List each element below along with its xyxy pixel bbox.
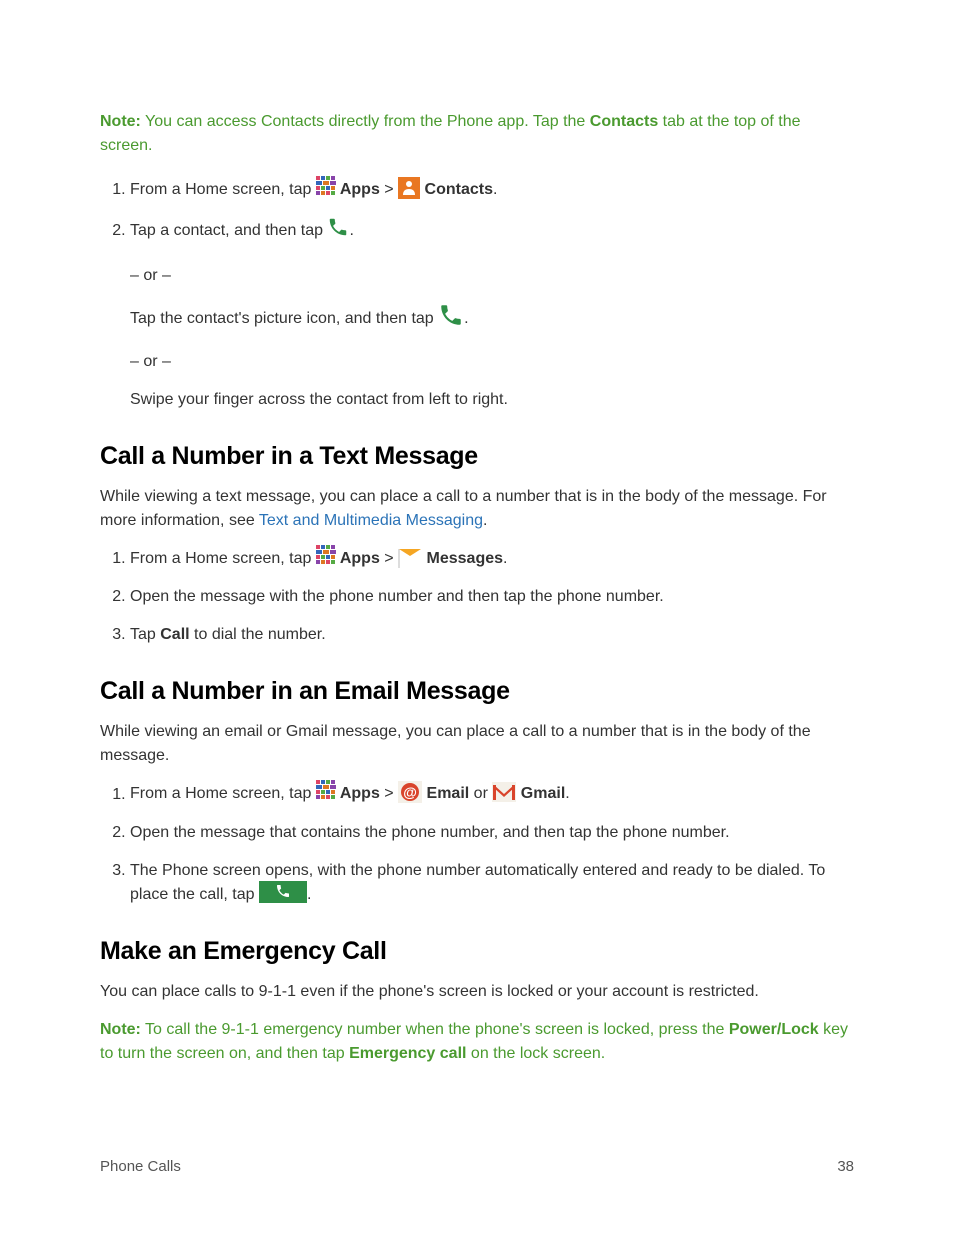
note-text: To call the 9-1-1 emergency number when … — [141, 1021, 729, 1038]
note-bold-contacts: Contacts — [590, 113, 658, 130]
page-footer: Phone Calls 38 — [100, 1158, 854, 1175]
note-bold-powerlock: Power/Lock — [729, 1021, 819, 1038]
period: . — [349, 222, 353, 239]
list-item: Tap Call to dial the number. — [130, 623, 854, 647]
step-text: From a Home screen, tap — [130, 550, 316, 567]
step-sub: Tap the contact's picture icon, and then… — [130, 302, 854, 336]
contacts-label: Contacts — [425, 181, 493, 198]
note-text: on the lock screen. — [466, 1045, 605, 1062]
heading-call-text-message: Call a Number in a Text Message — [100, 442, 854, 471]
or-word: or — [469, 786, 492, 803]
document-page: Note: You can access Contacts directly f… — [0, 0, 954, 1235]
note-bold-emergencycall: Emergency call — [349, 1045, 466, 1062]
para-text-message: While viewing a text message, you can pl… — [100, 485, 854, 533]
call-bold: Call — [160, 626, 189, 643]
note-contacts-access: Note: You can access Contacts directly f… — [100, 110, 854, 158]
para-email-message: While viewing an email or Gmail message,… — [100, 720, 854, 768]
step-text: Tap a contact, and then tap — [130, 222, 327, 239]
list-item: From a Home screen, tap Apps > @ Email o… — [130, 782, 854, 806]
list-item: Open the message with the phone number a… — [130, 585, 854, 609]
para-emergency: You can place calls to 9-1-1 even if the… — [100, 980, 854, 1004]
list-item: Open the message that contains the phone… — [130, 821, 854, 845]
step-sub-swipe: Swipe your finger across the contact fro… — [130, 388, 854, 412]
phone-handset-icon — [438, 302, 464, 336]
email-label: Email — [427, 786, 470, 803]
heading-call-email-message: Call a Number in an Email Message — [100, 677, 854, 706]
dial-button-icon — [259, 881, 307, 903]
gt-separator: > — [380, 786, 398, 803]
note-label: Note: — [100, 113, 141, 130]
step-text: to dial the number. — [190, 626, 326, 643]
heading-emergency-call: Make an Emergency Call — [100, 937, 854, 966]
steps-email-message: From a Home screen, tap Apps > @ Email o… — [100, 782, 854, 906]
step-text: Tap — [130, 626, 160, 643]
email-at-icon: @ — [398, 781, 422, 803]
messages-label: Messages — [427, 550, 504, 567]
steps-text-message: From a Home screen, tap Apps > Messages.… — [100, 547, 854, 647]
step-text: The Phone screen opens, with the phone n… — [130, 862, 825, 903]
gmail-label: Gmail — [521, 786, 565, 803]
messages-icon — [398, 547, 422, 567]
period: . — [464, 310, 468, 327]
note-emergency: Note: To call the 9-1-1 emergency number… — [100, 1018, 854, 1066]
contacts-icon — [398, 177, 420, 199]
step-text: From a Home screen, tap — [130, 786, 316, 803]
apps-label: Apps — [340, 786, 380, 803]
period: . — [565, 786, 569, 803]
step-text: . — [307, 886, 311, 903]
gt-separator: > — [380, 181, 398, 198]
apps-icon — [316, 780, 340, 804]
note-text-1: You can access Contacts directly from th… — [141, 113, 590, 130]
list-item: From a Home screen, tap Apps > Messages. — [130, 547, 854, 571]
link-text-multimedia[interactable]: Text and Multimedia Messaging — [259, 512, 483, 529]
note-label: Note: — [100, 1021, 141, 1038]
footer-page-number: 38 — [837, 1158, 854, 1175]
step-text: Tap the contact's picture icon, and then… — [130, 310, 438, 327]
apps-icon — [316, 176, 340, 200]
steps-contacts: From a Home screen, tap Apps > Contacts.… — [100, 178, 854, 412]
list-item: Tap a contact, and then tap . – or – Tap… — [130, 216, 854, 412]
list-item: The Phone screen opens, with the phone n… — [130, 859, 854, 907]
list-item: From a Home screen, tap Apps > Contacts. — [130, 178, 854, 202]
or-text: – or – — [130, 350, 854, 374]
step-text: From a Home screen, tap — [130, 181, 316, 198]
gmail-icon — [492, 782, 516, 802]
apps-label: Apps — [340, 550, 380, 567]
para-text: . — [483, 512, 487, 529]
phone-handset-icon — [327, 216, 349, 246]
footer-section: Phone Calls — [100, 1158, 181, 1175]
apps-label: Apps — [340, 181, 380, 198]
apps-icon — [316, 545, 340, 569]
period: . — [493, 181, 497, 198]
or-text: – or – — [130, 264, 854, 288]
period: . — [503, 550, 507, 567]
gt-separator: > — [380, 550, 398, 567]
